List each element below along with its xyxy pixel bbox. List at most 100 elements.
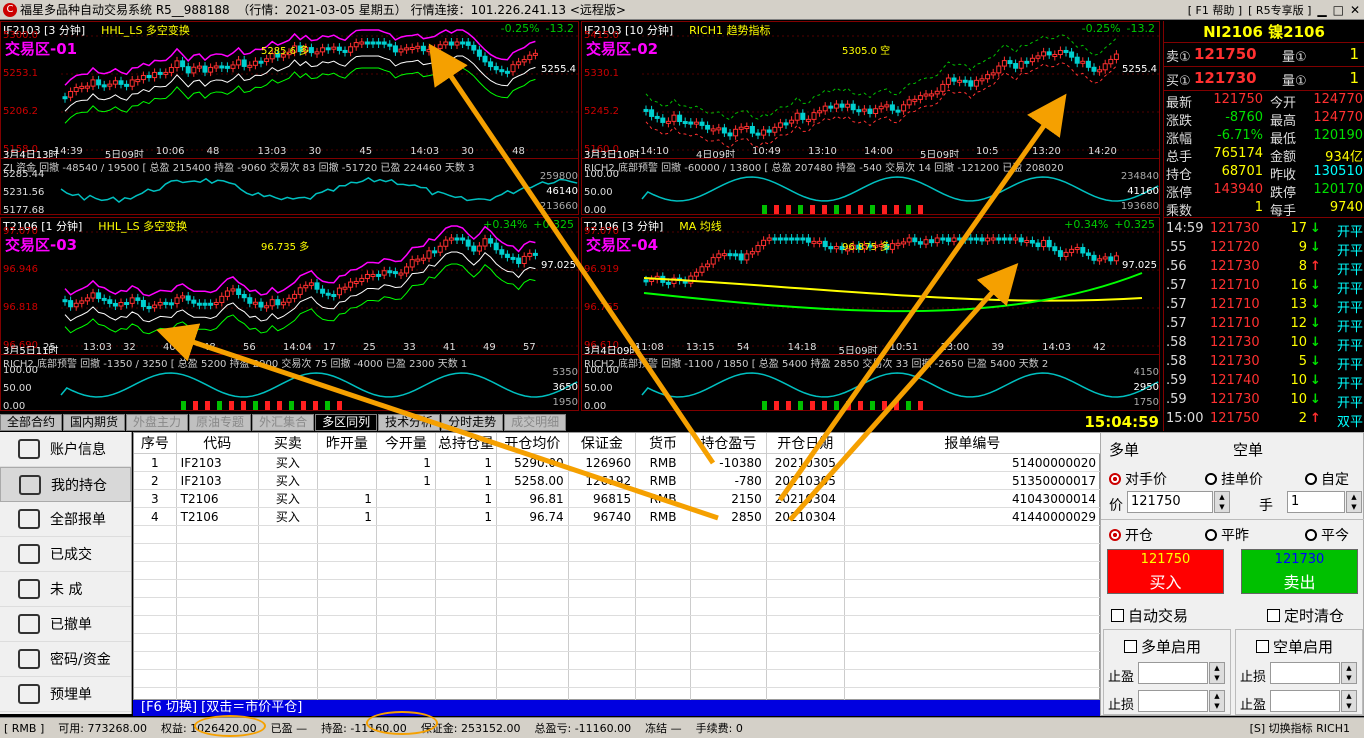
qty-stepper[interactable]: ▲ ▼: [1346, 491, 1362, 513]
price-axis-label: 5206.2: [3, 106, 38, 117]
short-tp-stepper[interactable]: ▲ ▼: [1341, 690, 1357, 712]
time-axis-label: 14:10: [640, 146, 669, 157]
time-axis-label: 14:20: [1088, 146, 1117, 157]
buy-one-row[interactable]: 买① 121730 量① 1: [1164, 68, 1364, 91]
long-tp-input[interactable]: [1138, 662, 1208, 684]
table-row[interactable]: 2 IF2103 买入 1 1 5258.00 126192 RMB -780 20210305 5…: [134, 471, 1102, 490]
timed-close-checkbox[interactable]: 定时清仓: [1267, 605, 1344, 626]
indicator-subchart[interactable]: RICH2 底部预警 回撤 -60000 / 13800 [ 总盈 207480…: [582, 158, 1159, 214]
table-row[interactable]: 4 T2106 买入 1 1 96.74 96740 RMB 2850 20210304 41440…: [134, 507, 1102, 526]
nav-item-7[interactable]: 预埋单: [0, 677, 131, 712]
tick-type: 开平: [1336, 301, 1363, 316]
column-header[interactable]: 序号: [134, 433, 177, 454]
positions-table[interactable]: 序号 代码 买卖 昨开量 今开量 总持仓量 开仓均价 保证金 货币 持仓盈亏 开仓日期 报单编号 1I…: [133, 432, 1102, 706]
table-row[interactable]: 1 IF2103 买入 1 1 5290.00 126960 RMB -10380 2021030…: [134, 453, 1102, 472]
tab-6[interactable]: 技术分析: [378, 414, 441, 431]
column-header[interactable]: 总持仓量: [435, 433, 498, 454]
radio-counter-price[interactable]: 对手价: [1109, 469, 1167, 489]
column-header[interactable]: 开仓日期: [766, 433, 845, 454]
table-cell: [317, 453, 377, 472]
filled-icon: [18, 544, 40, 564]
indicator-subchart[interactable]: ZJ 资金 回撤 -48540 / 19500 [ 总盈 215400 持盈 -…: [1, 158, 578, 214]
long-enable-checkbox[interactable]: 多单启用: [1124, 636, 1201, 657]
price-stepper[interactable]: ▲ ▼: [1214, 491, 1230, 513]
nav-item-5[interactable]: 已撤单: [0, 607, 131, 642]
edition-button[interactable]: [ R5专享版 ]: [1248, 2, 1311, 18]
tab-7[interactable]: 分时走势: [441, 414, 504, 431]
chart-panel-3[interactable]: T2106 [1 分钟] HHL_LS 多空变换 交易区-03 +0.34% +0.32…: [0, 217, 579, 411]
chart-panel-4[interactable]: T2106 [3 分钟] MA 均线 交易区-04 +0.34% +0.325 97.07…: [581, 217, 1160, 411]
column-header[interactable]: 货币: [635, 433, 691, 454]
quote-stat-row: 涨停 143940 跌停 120170: [1164, 182, 1364, 201]
column-header[interactable]: 开仓均价: [496, 433, 569, 454]
chart-panel-1[interactable]: IF2103 [3 分钟] HHL_LS 多空变换 交易区-01 -0.25% -13.…: [0, 21, 579, 215]
tick-price: 121750: [1210, 411, 1260, 426]
tab-5[interactable]: 多区同列: [315, 414, 378, 431]
tick-price: 121710: [1210, 278, 1260, 293]
time-axis-label: 40: [163, 342, 176, 353]
close-icon[interactable]: ✕: [1350, 3, 1360, 17]
time-axis-label: 11:08: [634, 342, 664, 353]
short-sl-stepper[interactable]: ▲ ▼: [1341, 662, 1357, 684]
nav-item-label: 已成交: [50, 547, 92, 563]
nav-item-6[interactable]: 密码/资金: [0, 642, 131, 677]
radio-custom-price[interactable]: 自定: [1305, 469, 1349, 489]
tick-time: .57: [1166, 278, 1187, 293]
nav-item-2[interactable]: 全部报单: [0, 502, 131, 537]
arrow-down-icon: ↓: [1310, 240, 1321, 255]
nav-item-1[interactable]: 我的持仓: [0, 467, 131, 502]
tab-8[interactable]: 成交明细: [504, 414, 567, 431]
maximize-icon[interactable]: □: [1333, 3, 1344, 17]
sub-axis-label: 0.00: [584, 401, 607, 411]
nav-item-3[interactable]: 已成交: [0, 537, 131, 572]
nav-item-4[interactable]: 未 成: [0, 572, 131, 607]
tick-time: .58: [1166, 335, 1187, 350]
radio-close-today[interactable]: 平今: [1305, 525, 1349, 545]
column-header[interactable]: 持仓盈亏: [690, 433, 767, 454]
column-header[interactable]: 报单编号: [844, 433, 1102, 454]
time-axis-label: 13:20: [1032, 146, 1061, 157]
table-cell: 2850: [690, 507, 767, 526]
tab-4[interactable]: 外汇集合: [252, 414, 315, 431]
table-row[interactable]: 3 T2106 买入 1 1 96.81 96815 RMB 2150 20210304 41043…: [134, 489, 1102, 508]
help-button[interactable]: [ F1 帮助 ]: [1188, 2, 1242, 18]
nav-item-0[interactable]: 账户信息: [0, 432, 131, 467]
buy-button[interactable]: 121750 买入: [1107, 549, 1224, 594]
price-axis-label: 96.765: [584, 302, 619, 313]
long-tp-stepper[interactable]: ▲ ▼: [1209, 662, 1225, 684]
short-tp-input[interactable]: [1270, 690, 1340, 712]
column-header[interactable]: 昨开量: [317, 433, 377, 454]
sell-button[interactable]: 121730 卖出: [1241, 549, 1358, 594]
long-sl-input[interactable]: [1138, 690, 1208, 712]
indicator-subchart[interactable]: RICH2 底部预警 回撤 -1100 / 1850 [ 总盈 5400 持盈 …: [582, 354, 1159, 411]
title-bar: C 福星多品种自动交易系统 R5__988188 （行情：2021-03-05 …: [0, 0, 1364, 20]
column-header[interactable]: 代码: [176, 433, 259, 454]
radio-pending-price[interactable]: 挂单价: [1205, 469, 1263, 489]
tab-0[interactable]: 全部合约: [0, 414, 63, 431]
tab-1[interactable]: 国内期货: [63, 414, 126, 431]
column-header[interactable]: 买卖: [258, 433, 318, 454]
long-sl-stepper[interactable]: ▲ ▼: [1209, 690, 1225, 712]
column-header[interactable]: 今开量: [376, 433, 436, 454]
stat-label-1: 涨停: [1166, 186, 1193, 201]
chart-panel-2[interactable]: IF2103 [10 分钟] RICH1 趋势指标 交易区-02 -0.25% -13.…: [581, 21, 1160, 215]
column-header[interactable]: 保证金: [568, 433, 637, 454]
price-input[interactable]: 121750: [1127, 491, 1213, 513]
qty-input[interactable]: 1: [1287, 491, 1345, 513]
radio-open[interactable]: 开仓: [1109, 525, 1153, 545]
tab-3[interactable]: 原油专题: [189, 414, 252, 431]
price-axis-label: 97.070: [584, 226, 619, 237]
chart-grid[interactable]: IF2103 [3 分钟] HHL_LS 多空变换 交易区-01 -0.25% -13.…: [0, 21, 1162, 413]
auto-trade-checkbox[interactable]: 自动交易: [1111, 605, 1188, 626]
footer-indicator[interactable]: [S] 切换指标 RICH1: [1250, 720, 1350, 736]
radio-close-yesterday[interactable]: 平昨: [1205, 525, 1249, 545]
chart-indicator-name: HHL_LS 多空变换: [98, 220, 188, 233]
time-axis-label: 56: [243, 342, 256, 353]
minimize-icon[interactable]: ▁: [1317, 3, 1326, 17]
indicator-subchart[interactable]: RICH2 底部预警 回撤 -1350 / 3250 [ 总盈 5200 持盈 …: [1, 354, 578, 410]
short-sl-input[interactable]: [1270, 662, 1340, 684]
orders-icon: [18, 509, 40, 529]
short-enable-checkbox[interactable]: 空单启用: [1256, 636, 1333, 657]
tab-2[interactable]: 外盘主力: [126, 414, 189, 431]
sell-one-row[interactable]: 卖① 121750 量① 1: [1164, 44, 1364, 67]
